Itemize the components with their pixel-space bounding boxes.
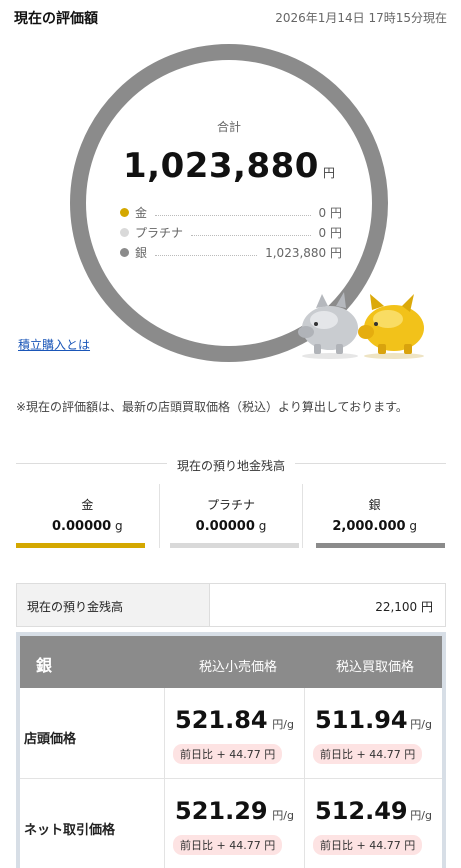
price-table: 銀 税込小売価格 税込買取価格 店頭価格 521.84 円/g 前日比 + 44… <box>16 632 446 868</box>
holding-unit: g <box>115 519 123 533</box>
holding-name: プラチナ <box>207 498 256 512</box>
metal-row-platinum: プラチナ 0 円 <box>120 222 342 242</box>
total-amount: 1,023,880 円 <box>70 146 388 186</box>
buyback-price-cell: 511.94 円/g 前日比 + 44.77 円 <box>304 688 442 778</box>
valuation-note: ※現在の評価額は、最新の店頭買取価格（税込）より算出しております。 <box>16 400 408 414</box>
dotted-leader <box>155 254 258 256</box>
metal-value: 0 円 <box>318 225 342 240</box>
timestamp: 2026年1月14日 17時15分現在 <box>275 11 447 25</box>
price-table-body: 店頭価格 521.84 円/g 前日比 + 44.77 円 511.94 円/g… <box>20 688 442 868</box>
metal-row-silver: 銀 1,023,880 円 <box>120 242 342 262</box>
gold-dot-icon <box>120 207 129 217</box>
gold-bar <box>16 543 145 548</box>
holdings-title: 現在の預り地金残高 <box>166 459 295 473</box>
page-header: 現在の評価額 2026年1月14日 17時15分現在 <box>0 0 461 34</box>
price-change-badge: 前日比 + 44.77 円 <box>313 744 423 764</box>
table-row: 店頭価格 521.84 円/g 前日比 + 44.77 円 511.94 円/g… <box>20 688 442 778</box>
piggy-bank-icon <box>298 292 424 359</box>
price-unit: 円/g <box>272 718 294 731</box>
holding-unit: g <box>409 519 417 533</box>
cash-balance-row: 現在の預り金残高 22,100 円 <box>16 583 446 627</box>
dotted-leader <box>191 234 311 236</box>
cash-label: 現在の預り金残高 <box>17 584 210 626</box>
metal-name: 金 <box>135 205 148 220</box>
row-label: 店頭価格 <box>24 732 77 747</box>
buyback-price-cell: 512.49 円/g 前日比 + 44.77 円 <box>304 779 442 868</box>
holdings-summary: 金 0.00000 g プラチナ 0.00000 g 銀 2,000.000 g <box>16 484 446 548</box>
total-unit: 円 <box>322 166 335 180</box>
metal-value: 0 円 <box>318 205 342 220</box>
price-change-badge: 前日比 + 44.77 円 <box>173 744 283 764</box>
silver-bar <box>316 543 446 548</box>
col-buyback-header: 税込買取価格 <box>335 660 414 675</box>
metal-name: プラチナ <box>135 225 184 240</box>
price-change-badge: 前日比 + 44.77 円 <box>313 835 423 855</box>
platinum-dot-icon <box>120 227 129 237</box>
price-unit: 円/g <box>410 718 432 731</box>
holding-amount: 2,000.000 <box>332 519 406 534</box>
holding-amount: 0.00000 <box>52 519 112 534</box>
price-metal-name: 銀 <box>36 656 53 675</box>
holding-name: 金 <box>81 498 94 512</box>
page-title: 現在の評価額 <box>14 11 98 27</box>
row-label: ネット取引価格 <box>24 823 116 838</box>
cash-value: 22,100 円 <box>375 600 433 614</box>
price-value: 511.94 <box>315 706 408 734</box>
price-value: 521.29 <box>175 797 268 825</box>
metal-name: 銀 <box>135 245 148 260</box>
reserve-purchase-link[interactable]: 積立購入とは <box>18 336 90 353</box>
col-retail-header: 税込小売価格 <box>198 660 277 675</box>
total-value: 1,023,880 <box>123 146 319 186</box>
price-value: 521.84 <box>175 706 268 734</box>
holding-amount: 0.00000 <box>195 519 255 534</box>
dotted-leader <box>155 214 311 216</box>
price-unit: 円/g <box>272 809 294 822</box>
retail-price-cell: 521.29 円/g 前日比 + 44.77 円 <box>164 779 304 868</box>
price-change-badge: 前日比 + 44.77 円 <box>173 835 283 855</box>
holding-name: 銀 <box>368 498 381 512</box>
total-label: 合計 <box>216 120 241 134</box>
metal-value: 1,023,880 円 <box>265 245 342 260</box>
holding-unit: g <box>258 519 267 533</box>
holding-platinum: プラチナ 0.00000 g <box>158 484 303 548</box>
platinum-bar <box>169 543 299 548</box>
price-table-header: 銀 税込小売価格 税込買取価格 <box>20 636 442 688</box>
retail-price-cell: 521.84 円/g 前日比 + 44.77 円 <box>164 688 304 778</box>
holdings-heading: 現在の預り地金残高 <box>16 455 446 473</box>
table-row: ネット取引価格 521.29 円/g 前日比 + 44.77 円 512.49 … <box>20 778 442 868</box>
holding-silver: 銀 2,000.000 g <box>302 484 446 548</box>
silver-dot-icon <box>120 247 129 257</box>
price-unit: 円/g <box>410 809 432 822</box>
metal-breakdown: 金 0 円 プラチナ 0 円 銀 1,023,880 円 <box>120 202 342 262</box>
metal-row-gold: 金 0 円 <box>120 202 342 222</box>
holding-gold: 金 0.00000 g <box>16 484 159 548</box>
price-value: 512.49 <box>315 797 408 825</box>
